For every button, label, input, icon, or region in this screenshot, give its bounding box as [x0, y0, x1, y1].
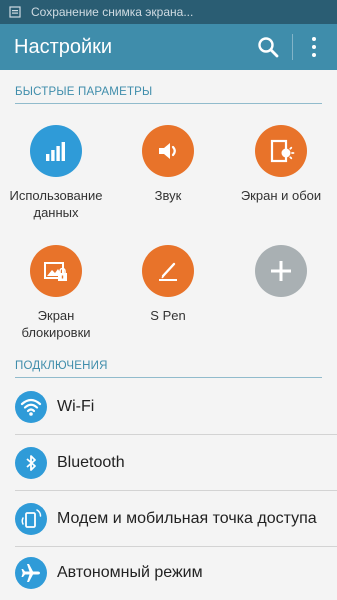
- screenshot-icon: [9, 6, 21, 18]
- list-item-label: Wi-Fi: [57, 397, 95, 415]
- quick-tile-label: Экран и обои: [240, 188, 322, 203]
- status-bar: Сохранение снимка экрана...: [0, 0, 337, 24]
- connections-header: ПОДКЛЮЧЕНИЯ: [15, 360, 108, 372]
- search-icon[interactable]: [256, 35, 280, 59]
- list-item-bluetooth[interactable]: Bluetooth: [0, 435, 337, 490]
- list-item-hotspot[interactable]: Модем и мобильная точка доступа: [0, 491, 337, 546]
- add-icon: [255, 245, 307, 297]
- quick-tile-label: Звук: [154, 188, 182, 203]
- data-usage-icon: [30, 125, 82, 177]
- bluetooth-icon: [15, 446, 47, 479]
- quick-tile-lock-screen[interactable]: Экран блокировки: [0, 245, 112, 341]
- quick-tile-s-pen[interactable]: S Pen: [112, 245, 224, 324]
- quick-tile-label: Использование данных: [9, 188, 103, 220]
- list-item-label: Bluetooth: [57, 453, 125, 471]
- more-vert-icon[interactable]: [305, 35, 323, 59]
- page-title: Настройки: [14, 35, 113, 58]
- connections-divider: [15, 377, 322, 378]
- list-item-label: Автономный режим: [57, 563, 203, 581]
- hotspot-icon: [15, 502, 47, 535]
- quick-settings-header: БЫСТРЫЕ ПАРАМЕТРЫ: [15, 86, 153, 98]
- list-item-airplane-mode[interactable]: Автономный режим: [0, 545, 337, 600]
- wifi-icon: [15, 390, 47, 423]
- quick-tile-label: Экран блокировки: [21, 308, 91, 340]
- quick-tile-label: S Pen: [150, 308, 186, 323]
- quick-tile-data-usage[interactable]: Использование данных: [0, 125, 112, 221]
- lock-screen-icon: [30, 245, 82, 297]
- volume-icon: [142, 125, 194, 177]
- airplane-icon: [15, 556, 47, 589]
- list-item-label: Модем и мобильная точка доступа: [57, 509, 317, 527]
- quick-tile-sound[interactable]: Звук: [112, 125, 224, 204]
- quick-settings-divider: [15, 103, 322, 104]
- status-notification-text: Сохранение снимка экрана...: [31, 5, 194, 19]
- display-wallpaper-icon: [255, 125, 307, 177]
- quick-tile-add[interactable]: [225, 245, 337, 307]
- quick-tile-display[interactable]: Экран и обои: [225, 125, 337, 204]
- appbar-separator: [292, 34, 293, 60]
- pen-icon: [142, 245, 194, 297]
- app-bar: Настройки: [0, 24, 337, 70]
- list-item-wifi[interactable]: Wi-Fi: [0, 379, 337, 434]
